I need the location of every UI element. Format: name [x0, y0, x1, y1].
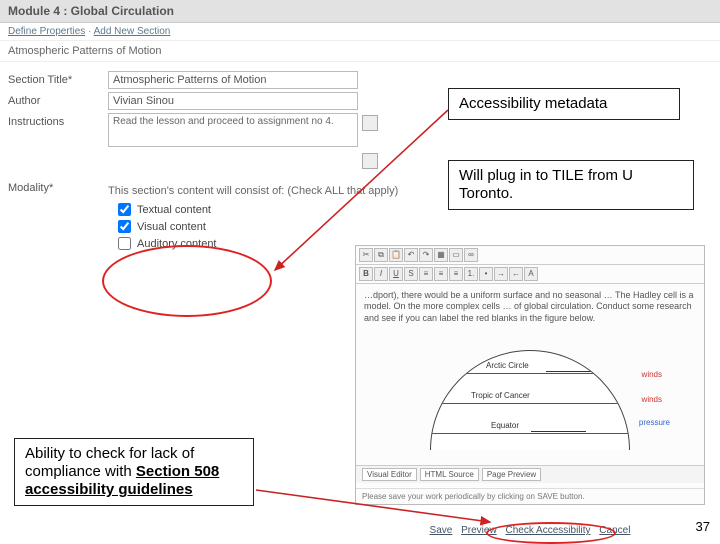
- list-ul-icon[interactable]: •: [479, 267, 493, 281]
- annotation-oval-modality: [102, 245, 272, 317]
- action-bar: Save Preview Check Accessibility Cancel: [360, 525, 700, 536]
- strike-icon[interactable]: S: [404, 267, 418, 281]
- check-accessibility-button[interactable]: Check Accessibility: [505, 525, 590, 536]
- app-root: Module 4 : Global Circulation Define Pro…: [0, 0, 720, 540]
- dome: Arctic Circle Tropic of Cancer Equator: [430, 350, 630, 450]
- editor-toolbar-2: B I U S ≡ ≡ ≡ 1. • → ← A: [356, 265, 704, 284]
- tab-page-preview[interactable]: Page Preview: [482, 468, 541, 481]
- check-visual-box[interactable]: [118, 220, 131, 233]
- section-title-input[interactable]: [108, 71, 358, 89]
- author-input[interactable]: [108, 92, 358, 110]
- align-left-icon[interactable]: ≡: [419, 267, 433, 281]
- check-visual-label: Visual content: [137, 221, 206, 233]
- check-textual-box[interactable]: [118, 203, 131, 216]
- crumb-define[interactable]: Define Properties: [8, 26, 85, 37]
- modality-checklist: Textual content Visual content Auditory …: [118, 203, 712, 250]
- section-title-label: Section Title*: [8, 71, 108, 86]
- tab-visual-editor[interactable]: Visual Editor: [362, 468, 417, 481]
- check-visual[interactable]: Visual content: [118, 220, 712, 233]
- check-auditory-label: Auditory content: [137, 238, 217, 250]
- editor-tabs: Visual Editor HTML Source Page Preview: [356, 465, 704, 483]
- diagram: Arctic Circle Tropic of Cancer Equator w…: [390, 330, 670, 450]
- crumb-add[interactable]: Add New Section: [94, 26, 171, 37]
- instructions-label: Instructions: [8, 113, 108, 128]
- expand-icon[interactable]: [362, 115, 378, 131]
- tab-html-source[interactable]: HTML Source: [420, 468, 479, 481]
- copy-icon[interactable]: ⧉: [374, 248, 388, 262]
- cut-icon[interactable]: ✂: [359, 248, 373, 262]
- callout-508: Ability to check for lack of compliance …: [14, 438, 254, 506]
- color-icon[interactable]: A: [524, 267, 538, 281]
- section-name: Atmospheric Patterns of Motion: [0, 41, 720, 62]
- editor-panel: ✂ ⧉ 📋 ↶ ↷ ▦ ▭ ∞ B I U S ≡ ≡ ≡ 1. • → ← A…: [355, 245, 705, 505]
- check-textual-label: Textual content: [137, 204, 211, 216]
- image-icon[interactable]: ▭: [449, 248, 463, 262]
- help-icon[interactable]: [362, 153, 378, 169]
- check-auditory-box[interactable]: [118, 237, 131, 250]
- equator-label: Equator: [491, 421, 519, 430]
- align-center-icon[interactable]: ≡: [434, 267, 448, 281]
- editor-body[interactable]: …dport), there would be a uniform surfac…: [356, 284, 704, 324]
- modality-label: Modality*: [8, 179, 108, 194]
- pressure-label: pressure: [639, 418, 670, 427]
- page-number: 37: [696, 519, 710, 534]
- arctic-label: Arctic Circle: [486, 361, 529, 370]
- module-header: Module 4 : Global Circulation: [0, 0, 720, 23]
- preview-button[interactable]: Preview: [461, 525, 497, 536]
- link-icon[interactable]: ∞: [464, 248, 478, 262]
- callout-tile: Will plug in to TILE from U Toronto.: [448, 160, 694, 210]
- modality-lead: This section's content will consist of: …: [108, 185, 398, 197]
- winds-label-2: winds: [642, 395, 662, 404]
- list-ol-icon[interactable]: 1.: [464, 267, 478, 281]
- author-label: Author: [8, 92, 108, 107]
- cancel-button[interactable]: Cancel: [599, 525, 630, 536]
- bold-icon[interactable]: B: [359, 267, 373, 281]
- module-title: Module 4 : Global Circulation: [8, 4, 174, 18]
- callout-accessibility-metadata: Accessibility metadata: [448, 88, 680, 120]
- tropic-label: Tropic of Cancer: [471, 391, 530, 400]
- instructions-textarea[interactable]: [108, 113, 358, 147]
- table-icon[interactable]: ▦: [434, 248, 448, 262]
- redo-icon[interactable]: ↷: [419, 248, 433, 262]
- editor-toolbar-1: ✂ ⧉ 📋 ↶ ↷ ▦ ▭ ∞: [356, 246, 704, 265]
- underline-icon[interactable]: U: [389, 267, 403, 281]
- editor-foot: Please save your work periodically by cl…: [356, 488, 704, 504]
- breadcrumb: Define Properties · Add New Section: [0, 23, 720, 41]
- undo-icon[interactable]: ↶: [404, 248, 418, 262]
- italic-icon[interactable]: I: [374, 267, 388, 281]
- save-button[interactable]: Save: [430, 525, 453, 536]
- winds-label-1: winds: [642, 370, 662, 379]
- paste-icon[interactable]: 📋: [389, 248, 403, 262]
- indent-icon[interactable]: →: [494, 267, 508, 281]
- align-right-icon[interactable]: ≡: [449, 267, 463, 281]
- outdent-icon[interactable]: ←: [509, 267, 523, 281]
